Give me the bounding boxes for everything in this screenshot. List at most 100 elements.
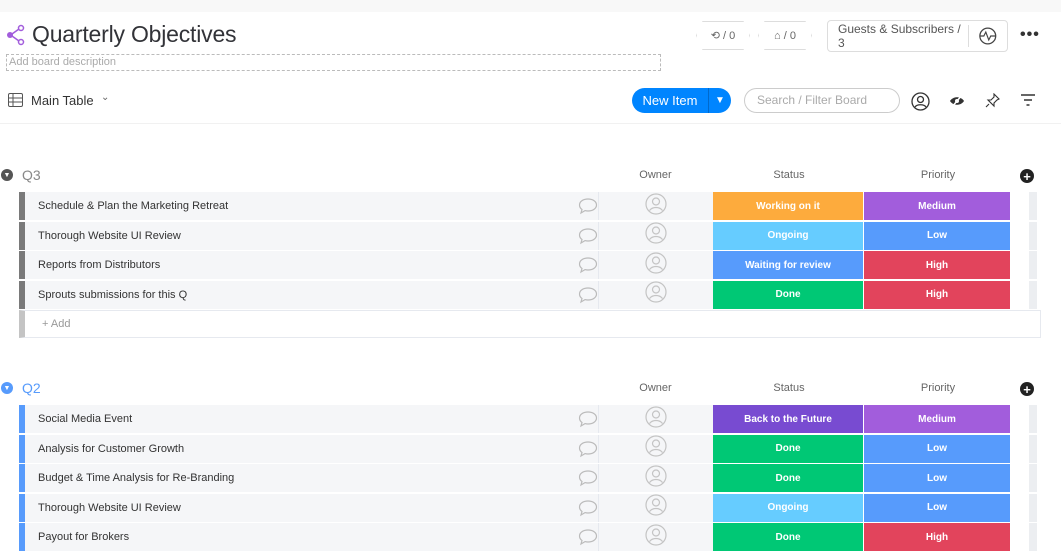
column-header-owner[interactable]: Owner xyxy=(598,382,713,394)
integrations-button[interactable]: ⟲/ 0 xyxy=(696,21,750,50)
column-header-status[interactable]: Status xyxy=(714,382,864,394)
person-avatar-icon xyxy=(645,405,667,433)
person-avatar-icon xyxy=(645,192,667,220)
person-avatar-icon xyxy=(645,281,667,308)
person-avatar-icon xyxy=(645,435,667,462)
hide-eye-icon[interactable] xyxy=(949,94,965,108)
item-name[interactable]: Schedule & Plan the Marketing Retreat xyxy=(25,192,578,220)
table-row[interactable]: Sprouts submissions for this Q Done High xyxy=(19,280,1043,309)
item-name[interactable]: Thorough Website UI Review xyxy=(25,493,578,522)
pin-icon[interactable] xyxy=(985,93,1000,108)
board-title[interactable]: Quarterly Objectives xyxy=(32,21,237,48)
filter-icon[interactable] xyxy=(1021,94,1035,106)
caret-down-icon: ▼ xyxy=(3,171,11,179)
table-row[interactable]: Reports from Distributors Waiting for re… xyxy=(19,251,1043,279)
automations-button[interactable]: ⌂/ 0 xyxy=(758,21,812,50)
status-cell[interactable]: Back to the Future xyxy=(713,405,863,433)
priority-cell[interactable]: Low xyxy=(864,434,1010,463)
row-end xyxy=(1029,221,1037,250)
comment-icon[interactable] xyxy=(578,405,598,433)
status-cell[interactable]: Done xyxy=(713,464,863,492)
add-column-icon[interactable]: + xyxy=(1020,169,1034,183)
person-avatar-icon xyxy=(645,464,667,492)
column-header-priority[interactable]: Priority xyxy=(865,382,1011,394)
row-end xyxy=(1029,464,1037,492)
priority-cell[interactable]: Low xyxy=(864,221,1010,250)
board-share-icon[interactable] xyxy=(6,24,26,46)
item-name[interactable]: Analysis for Customer Growth xyxy=(25,434,578,463)
table-row[interactable]: Thorough Website UI Review Ongoing Low xyxy=(19,221,1043,250)
main-table-view-tab[interactable]: Main Table xyxy=(31,93,94,108)
column-header-status[interactable]: Status xyxy=(714,169,864,181)
integrations-count: / 0 xyxy=(722,29,736,42)
table-row[interactable]: Social Media Event Back to the Future Me… xyxy=(19,405,1043,433)
row-end xyxy=(1029,405,1037,433)
owner-cell[interactable] xyxy=(598,493,713,522)
owner-cell[interactable] xyxy=(598,280,713,309)
add-item-input[interactable]: + Add xyxy=(19,310,1041,338)
item-name[interactable]: Sprouts submissions for this Q xyxy=(25,280,578,309)
item-name[interactable]: Budget & Time Analysis for Re-Branding xyxy=(25,464,578,492)
search-filter-input[interactable]: Search / Filter Board xyxy=(744,88,900,113)
robot-icon: ⌂ xyxy=(774,29,781,42)
priority-cell[interactable]: Medium xyxy=(864,405,1010,433)
item-name[interactable]: Thorough Website UI Review xyxy=(25,221,578,250)
chevron-down-icon[interactable]: ⌄ xyxy=(101,92,109,103)
top-strip xyxy=(0,0,1061,12)
integrations-icon: ⟲ xyxy=(710,30,720,42)
comment-icon[interactable] xyxy=(578,251,598,279)
owner-cell[interactable] xyxy=(598,405,713,433)
item-name[interactable]: Reports from Distributors xyxy=(25,251,578,279)
comment-icon[interactable] xyxy=(578,280,598,309)
caret-down-icon: ▼ xyxy=(3,384,11,392)
person-filter-icon[interactable] xyxy=(911,92,930,111)
comment-icon[interactable] xyxy=(578,493,598,522)
person-avatar-icon xyxy=(645,222,667,249)
table-row[interactable]: Budget & Time Analysis for Re-Branding D… xyxy=(19,464,1043,492)
guests-subscribers-button[interactable]: Guests & Subscribers / 3 xyxy=(827,20,1008,52)
table-row[interactable]: Analysis for Customer Growth Done Low xyxy=(19,434,1043,463)
priority-cell[interactable]: High xyxy=(864,251,1010,279)
board-description-input[interactable]: Add board description xyxy=(6,54,661,71)
new-item-label[interactable]: New Item xyxy=(632,93,708,108)
row-end xyxy=(1029,251,1037,279)
owner-cell[interactable] xyxy=(598,221,713,250)
priority-cell[interactable]: High xyxy=(864,280,1010,309)
chevron-down-icon[interactable]: ▼ xyxy=(709,95,731,106)
status-cell[interactable]: Ongoing xyxy=(713,221,863,250)
status-cell[interactable]: Done xyxy=(713,434,863,463)
owner-cell[interactable] xyxy=(598,464,713,492)
column-header-owner[interactable]: Owner xyxy=(598,169,713,181)
status-cell[interactable]: Waiting for review xyxy=(713,251,863,279)
item-name[interactable]: Social Media Event xyxy=(25,405,578,433)
more-options-icon[interactable]: ••• xyxy=(1020,26,1040,44)
group-collapse-toggle[interactable]: ▼ xyxy=(1,382,13,394)
status-cell[interactable]: Working on it xyxy=(713,192,863,220)
person-avatar-icon xyxy=(645,523,667,551)
status-cell[interactable]: Done xyxy=(713,280,863,309)
priority-cell[interactable]: Low xyxy=(864,464,1010,492)
table-row[interactable]: Thorough Website UI Review Ongoing Low xyxy=(19,493,1043,522)
row-end xyxy=(1029,192,1037,220)
table-row[interactable]: Schedule & Plan the Marketing Retreat Wo… xyxy=(19,192,1043,220)
comment-icon[interactable] xyxy=(578,434,598,463)
status-cell[interactable]: Ongoing xyxy=(713,493,863,522)
automations-count: / 0 xyxy=(783,29,796,42)
owner-cell[interactable] xyxy=(598,192,713,220)
comment-icon[interactable] xyxy=(578,221,598,250)
comment-icon[interactable] xyxy=(578,192,598,220)
owner-cell[interactable] xyxy=(598,251,713,279)
group-collapse-toggle[interactable]: ▼ xyxy=(1,169,13,181)
add-column-icon[interactable]: + xyxy=(1020,382,1034,396)
comment-icon[interactable] xyxy=(578,464,598,492)
group-title[interactable]: Q2 xyxy=(22,380,41,396)
priority-cell[interactable]: Medium xyxy=(864,192,1010,220)
priority-cell[interactable]: Low xyxy=(864,493,1010,522)
column-header-priority[interactable]: Priority xyxy=(865,169,1011,181)
new-item-button[interactable]: New Item ▼ xyxy=(632,88,731,113)
row-end xyxy=(1029,280,1037,309)
group-title[interactable]: Q3 xyxy=(22,167,41,183)
owner-cell[interactable] xyxy=(598,434,713,463)
activity-icon[interactable] xyxy=(969,26,1007,46)
row-end xyxy=(1029,493,1037,522)
